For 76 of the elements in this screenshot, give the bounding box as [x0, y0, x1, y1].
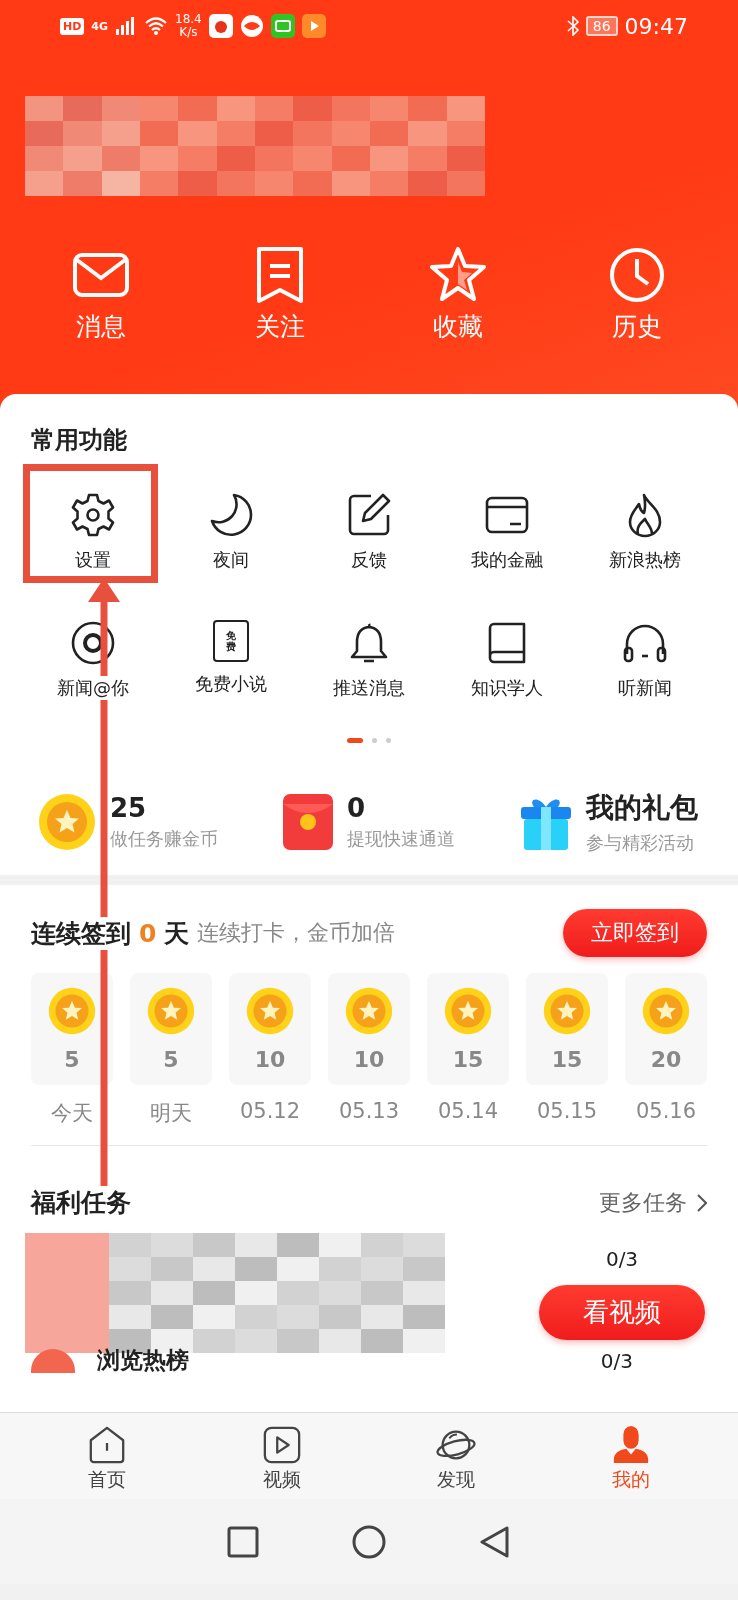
feature-item[interactable]: 新浪热榜 [576, 492, 714, 572]
quick-link[interactable]: 关注 [224, 246, 335, 343]
feature-item[interactable]: 听新闻 [576, 620, 714, 700]
coin-amount: 10 [353, 1046, 385, 1072]
coin-amount: 15 [551, 1046, 583, 1072]
coin-icon [38, 793, 96, 851]
day-label: 05.14 [437, 1099, 499, 1123]
day-label: 05.12 [239, 1099, 301, 1123]
speed-value: 18.4 [175, 13, 202, 26]
envelope-icon [283, 794, 333, 850]
more-tasks-link[interactable]: 更多任务 [599, 1187, 707, 1218]
stat-caption: 参与精彩活动 [586, 831, 695, 855]
day-label: 明天 [150, 1100, 192, 1127]
coin-icon [48, 986, 96, 1035]
feature-item[interactable]: 反馈 [300, 492, 438, 572]
at-sign-icon [70, 620, 116, 666]
nav-tab[interactable]: 发现 [416, 1425, 497, 1493]
star-icon [429, 246, 488, 304]
day-label: 今天 [51, 1100, 93, 1127]
day-label: 05.13 [338, 1099, 400, 1123]
app-notification-icon [270, 14, 295, 38]
quick-link[interactable]: 收藏 [403, 246, 514, 343]
nav-tab[interactable]: 视频 [241, 1425, 322, 1493]
check-in-button[interactable]: 立即签到 [563, 909, 707, 957]
edit-icon [346, 492, 392, 538]
quick-link[interactable]: 消息 [46, 246, 157, 343]
watch-video-button[interactable]: 看视频 [539, 1284, 705, 1340]
speed-unit: K/s [179, 26, 198, 39]
feature-item[interactable]: 新闻@你 [24, 620, 162, 700]
home-icon[interactable] [352, 1524, 386, 1559]
clock-icon [607, 246, 666, 304]
coin-amount: 5 [163, 1046, 179, 1072]
section-title: 常用功能 [31, 425, 128, 456]
day-label: 05.15 [536, 1099, 598, 1123]
nav-tab[interactable]: 首页 [67, 1425, 148, 1493]
bluetooth-icon [566, 16, 579, 36]
back-icon[interactable] [479, 1525, 512, 1558]
feature-item[interactable]: 设置 [24, 492, 162, 572]
settings-icon [70, 492, 116, 538]
day-label: 05.16 [635, 1099, 697, 1123]
network-type: 4G [91, 19, 109, 33]
recent-apps-icon[interactable] [226, 1525, 259, 1558]
coin-icon [444, 986, 492, 1035]
coin-amount: 10 [254, 1046, 286, 1072]
coin-amount: 15 [452, 1046, 484, 1072]
coin-icon [246, 986, 294, 1035]
task-title: 浏览热榜 [97, 1346, 190, 1375]
clock: 09:47 [624, 13, 688, 39]
coin-icon [345, 986, 393, 1035]
coin-icon [642, 986, 690, 1035]
stat-value: 0 [347, 793, 367, 823]
chevron-right-icon [697, 1193, 707, 1212]
moon-icon [208, 492, 254, 538]
feature-item[interactable]: 免费 免费小说 [162, 620, 300, 700]
app-notification-icon [239, 14, 264, 38]
coin-icon [543, 986, 591, 1035]
stat-caption: 做任务赚金币 [110, 827, 218, 851]
checkin-subtitle: 连续打卡，金币加倍 [197, 919, 397, 947]
feature-item[interactable]: 夜间 [162, 492, 300, 572]
app-notification-icon [208, 14, 233, 38]
app-notification-icon [301, 14, 326, 38]
streak-count: 0 [139, 918, 157, 948]
hd-indicator: HD [60, 17, 85, 35]
feature-item[interactable]: 推送消息 [300, 620, 438, 700]
checkin-title: 连续签到 [31, 916, 131, 950]
stat-caption: 提现快速通道 [347, 827, 455, 851]
stat-value: 我的礼包 [586, 790, 698, 826]
feature-item[interactable]: 我的金融 [438, 492, 576, 572]
stat-value: 25 [110, 793, 148, 823]
wifi-icon [144, 17, 169, 35]
coin-icon [147, 986, 195, 1035]
battery-level: 86 [585, 16, 618, 36]
feature-item[interactable]: 知识学人 [438, 620, 576, 700]
coin-amount: 5 [64, 1046, 80, 1072]
book-icon: 免费 [213, 620, 249, 662]
coin-amount: 20 [650, 1046, 682, 1072]
